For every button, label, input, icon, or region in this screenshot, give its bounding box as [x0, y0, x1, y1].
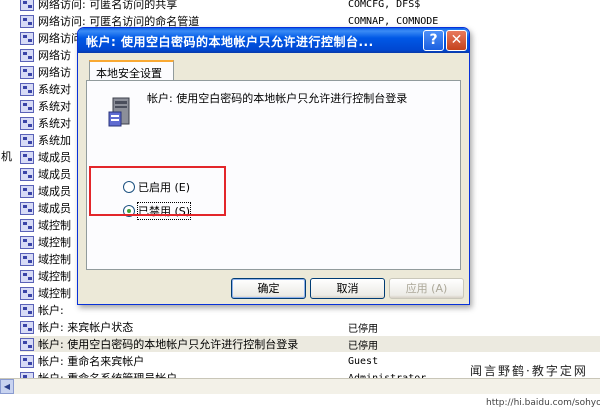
policy-row-icon [20, 320, 34, 334]
policy-row-icon [20, 184, 34, 198]
policy-row-name: 网络访问: 可匿名访问的共享 [38, 0, 178, 11]
policy-row[interactable]: 帐户: 来宾帐户状态 已停用 [20, 319, 600, 335]
policy-row-setting: 已停用 [348, 323, 378, 335]
ok-button[interactable]: 确定 [231, 278, 306, 299]
policy-row-setting: Guest [348, 355, 379, 367]
policy-row-setting: COMCFG, DFS$ [348, 0, 421, 10]
policy-row-icon [20, 48, 34, 62]
policy-row-icon [20, 303, 34, 317]
policy-row-icon [20, 150, 34, 164]
policy-row-icon [20, 14, 34, 28]
policy-row-name: 帐户: 使用空白密码的本地帐户只允许进行控制台登录 [38, 338, 299, 351]
policy-row-icon [20, 133, 34, 147]
watermark-text: 闻言野鹤·教字定网 [470, 364, 588, 378]
tab-local-security-setting[interactable]: 本地安全设置 [89, 60, 174, 81]
policy-row-icon [20, 65, 34, 79]
left-gutter: 机 [0, 0, 20, 380]
close-button[interactable]: ✕ [446, 30, 467, 51]
computer-policy-icon [108, 97, 130, 127]
policy-row-icon [20, 218, 34, 232]
horizontal-scrollbar[interactable]: ◀ [0, 378, 600, 394]
policy-row-icon [20, 269, 34, 283]
policy-description: 帐户: 使用空白密码的本地帐户只允许进行控制台登录 [147, 92, 408, 105]
gutter-text: 机 [1, 150, 12, 163]
highlight-annotation-box [89, 166, 226, 216]
policy-row[interactable]: 网络访问: 可匿名访问的共享 COMCFG, DFS$ [20, 0, 600, 12]
policy-row-icon [20, 167, 34, 181]
help-button[interactable]: ? [423, 30, 444, 51]
policy-row-icon [20, 31, 34, 45]
policy-row-icon [20, 354, 34, 368]
dialog-title: 帐户: 使用空白密码的本地帐户只允许进行控制台... [86, 35, 374, 49]
policy-row-icon [20, 116, 34, 130]
dialog-titlebar[interactable]: 帐户: 使用空白密码的本地帐户只允许进行控制台... ? ✕ [78, 28, 469, 53]
watermark-url: http://hi.baidu.com/sohyo [486, 398, 600, 408]
policy-row-setting: 已停用 [348, 340, 378, 352]
apply-button[interactable]: 应用 (A) [389, 278, 464, 299]
scroll-left-arrow-icon[interactable]: ◀ [0, 379, 14, 394]
policy-row-icon [20, 99, 34, 113]
policy-row-name: 帐户: 重命名来宾帐户 [38, 355, 145, 368]
policy-row-name: 帐户: 来宾帐户状态 [38, 321, 134, 334]
policy-row-icon [20, 286, 34, 300]
cancel-button[interactable]: 取消 [310, 278, 385, 299]
policy-row[interactable]: 帐户: 使用空白密码的本地帐户只允许进行控制台登录 已停用 [20, 336, 600, 352]
policy-row-setting: COMNAP, COMNODE [348, 15, 439, 27]
policy-row-icon [20, 201, 34, 215]
policy-row-icon [20, 235, 34, 249]
policy-row-icon [20, 82, 34, 96]
policy-row-icon [20, 0, 34, 11]
policy-row-icon [20, 252, 34, 266]
policy-row-icon [20, 337, 34, 351]
